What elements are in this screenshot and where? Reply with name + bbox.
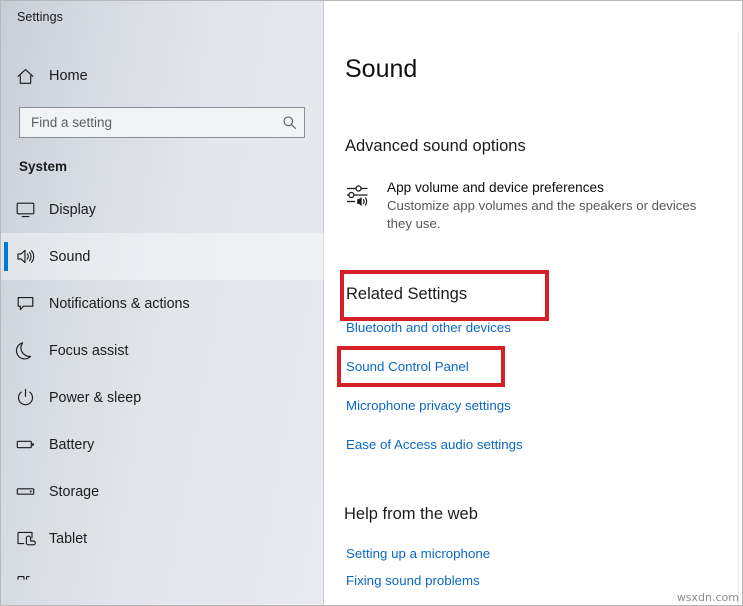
battery-icon: [1, 434, 49, 455]
advanced-sound-options-heading: Advanced sound options: [345, 137, 526, 156]
sidebar-item-partial[interactable]: [1, 562, 324, 586]
watermark: wsxdn.com: [677, 591, 739, 604]
link-ease-of-access-audio-settings[interactable]: Ease of Access audio settings: [346, 437, 523, 452]
sidebar-item-power-sleep-label: Power & sleep: [49, 390, 141, 406]
sidebar-item-sound[interactable]: Sound: [1, 233, 324, 280]
link-fixing-sound-problems[interactable]: Fixing sound problems: [346, 573, 480, 588]
sidebar-item-tablet-label: Tablet: [49, 531, 87, 547]
display-icon: [1, 199, 49, 220]
sidebar-item-storage[interactable]: Storage: [1, 468, 324, 515]
main-content: Sound Advanced sound options App volume …: [324, 1, 743, 606]
sidebar-item-notifications[interactable]: Notifications & actions: [1, 280, 324, 327]
search-icon[interactable]: [274, 115, 304, 130]
sidebar-item-display[interactable]: Display: [1, 186, 324, 233]
vertical-scrollbar[interactable]: [738, 33, 743, 606]
tablet-icon: [1, 528, 49, 549]
sidebar-item-notifications-label: Notifications & actions: [49, 296, 190, 312]
related-settings-heading: Related Settings: [346, 285, 467, 304]
sidebar-item-power-sleep[interactable]: Power & sleep: [1, 374, 324, 421]
sidebar: Settings Home System: [1, 1, 324, 606]
multitasking-icon: [1, 568, 49, 580]
sidebar-item-home[interactable]: Home: [1, 60, 324, 92]
window-title: Settings: [17, 10, 63, 24]
notification-icon: [1, 293, 49, 314]
link-bluetooth-and-other-devices[interactable]: Bluetooth and other devices: [346, 320, 511, 335]
link-microphone-privacy-settings[interactable]: Microphone privacy settings: [346, 398, 511, 413]
storage-icon: [1, 481, 49, 502]
app-volume-and-device-preferences-link[interactable]: App volume and device preferences Custom…: [345, 179, 731, 233]
power-icon: [1, 387, 49, 408]
sidebar-item-tablet[interactable]: Tablet: [1, 515, 324, 562]
link-setting-up-a-microphone[interactable]: Setting up a microphone: [346, 546, 490, 561]
search-box[interactable]: [19, 107, 305, 138]
app-volume-subtitle: Customize app volumes and the speakers o…: [387, 197, 722, 233]
sidebar-item-battery[interactable]: Battery: [1, 421, 324, 468]
home-icon: [1, 67, 49, 86]
sidebar-nav: Display Sound: [1, 186, 324, 586]
moon-icon: [1, 340, 49, 361]
sidebar-item-focus-assist[interactable]: Focus assist: [1, 327, 324, 374]
page-title: Sound: [345, 55, 417, 84]
app-volume-mixer-icon: [345, 179, 387, 213]
sidebar-item-display-label: Display: [49, 202, 96, 218]
sidebar-item-storage-label: Storage: [49, 484, 99, 500]
speaker-icon: [1, 246, 49, 267]
search-input[interactable]: [20, 115, 274, 130]
help-from-the-web-heading: Help from the web: [344, 505, 478, 524]
sidebar-item-focus-assist-label: Focus assist: [49, 343, 128, 359]
sidebar-group-title: System: [19, 159, 67, 174]
settings-window: Settings Home System: [0, 0, 743, 606]
link-sound-control-panel[interactable]: Sound Control Panel: [346, 359, 469, 374]
sidebar-item-battery-label: Battery: [49, 437, 94, 453]
app-volume-title: App volume and device preferences: [387, 179, 722, 197]
sidebar-item-sound-label: Sound: [49, 249, 90, 265]
sidebar-item-home-label: Home: [49, 68, 88, 84]
